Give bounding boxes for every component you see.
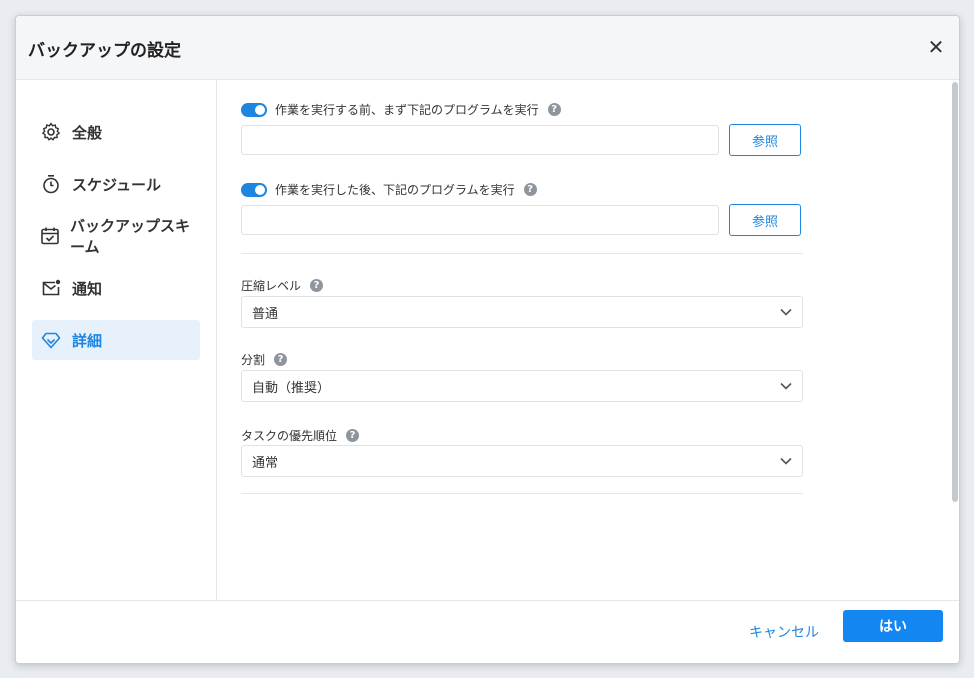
pre-program-browse-button[interactable]: 参照 [729, 124, 801, 156]
pre-program-label: 作業を実行する前、まず下記のプログラムを実行 [275, 103, 539, 117]
sidebar-item-schedule[interactable]: スケジュール [32, 164, 200, 204]
sidebar-item-notification[interactable]: 通知 [32, 268, 200, 308]
priority-label: タスクの優先順位 [241, 429, 338, 443]
compression-label-row: 圧縮レベル ? [241, 277, 324, 294]
diamond-icon [40, 329, 62, 351]
chevron-down-icon [780, 379, 792, 394]
sidebar-item-general[interactable]: 全般 [32, 112, 200, 152]
settings-sidebar: 全般 スケジュール バックアップスキーム 通知 詳細 [16, 80, 217, 600]
calendar-check-icon [40, 225, 60, 247]
post-program-label: 作業を実行した後、下記のプログラムを実行 [275, 183, 515, 197]
sidebar-item-backup-scheme[interactable]: バックアップスキーム [32, 216, 200, 256]
dialog-title: バックアップの設定 [28, 41, 181, 61]
priority-select[interactable]: 通常 [241, 445, 803, 477]
post-program-row: 作業を実行した後、下記のプログラムを実行 ? [241, 181, 537, 198]
sidebar-item-label: スケジュール [72, 175, 161, 194]
timer-icon [40, 173, 62, 195]
split-select[interactable]: 自動（推奨） [241, 370, 803, 402]
compression-select[interactable]: 普通 [241, 296, 803, 328]
split-label-row: 分割 ? [241, 351, 288, 368]
sidebar-item-label: バックアップスキーム [70, 217, 191, 256]
pre-program-toggle[interactable] [241, 102, 267, 117]
mail-notification-icon [40, 277, 62, 299]
compression-value: 普通 [252, 306, 279, 322]
sidebar-item-label: 通知 [72, 279, 103, 298]
split-value: 自動（推奨） [252, 380, 331, 396]
sidebar-item-label: 全般 [72, 123, 103, 142]
chevron-down-icon [780, 454, 792, 469]
help-icon[interactable]: ? [523, 183, 537, 196]
pre-program-row: 作業を実行する前、まず下記のプログラムを実行 ? [241, 101, 561, 118]
chevron-down-icon [780, 305, 792, 320]
post-program-path-input[interactable] [241, 205, 719, 235]
dialog-titlebar: バックアップの設定 ✕ [16, 16, 959, 80]
help-icon[interactable]: ? [274, 353, 288, 366]
post-program-browse-button[interactable]: 参照 [729, 204, 801, 236]
help-icon[interactable]: ? [547, 103, 561, 116]
sidebar-item-label: 詳細 [72, 331, 103, 350]
priority-value: 通常 [252, 455, 279, 471]
priority-label-row: タスクの優先順位 ? [241, 427, 360, 444]
advanced-settings-panel: 作業を実行する前、まず下記のプログラムを実行 ? 参照 作業を実行した後、下記の… [217, 80, 957, 600]
help-icon[interactable]: ? [346, 429, 360, 442]
sidebar-item-advanced[interactable]: 詳細 [32, 320, 200, 360]
cancel-button[interactable]: キャンセル [748, 617, 820, 647]
backup-settings-dialog: バックアップの設定 ✕ 全般 スケジュール バックアップスキーム 通知 詳細 作… [15, 15, 960, 664]
post-program-toggle[interactable] [241, 182, 267, 197]
split-label: 分割 [241, 353, 266, 367]
gear-icon [40, 121, 62, 143]
scrollbar[interactable] [951, 80, 959, 600]
section-divider [241, 493, 803, 494]
section-divider [241, 253, 803, 254]
ok-button[interactable]: はい [843, 610, 943, 642]
scrollbar-thumb[interactable] [952, 82, 958, 502]
dialog-footer: キャンセル はい [16, 600, 959, 663]
compression-label: 圧縮レベル [241, 279, 302, 293]
help-icon[interactable]: ? [310, 279, 324, 292]
close-icon[interactable]: ✕ [925, 36, 947, 58]
pre-program-path-input[interactable] [241, 125, 719, 155]
